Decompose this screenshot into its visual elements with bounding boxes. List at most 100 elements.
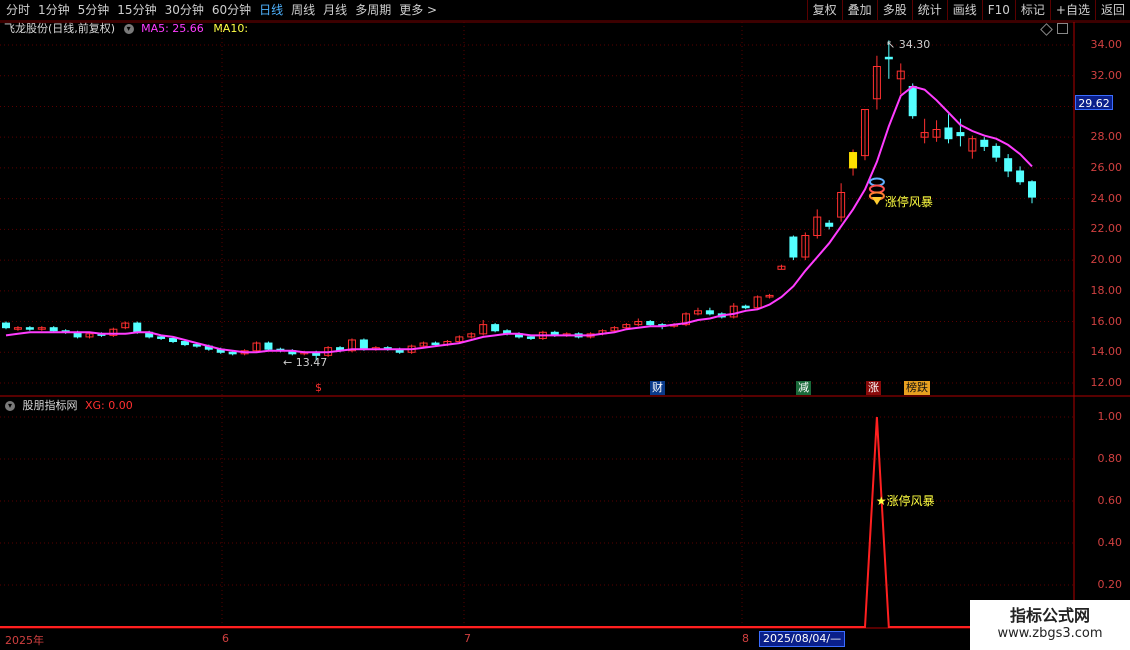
action-button-1[interactable]: 叠加 (841, 0, 877, 20)
event-marker-finance[interactable]: 财 (650, 381, 665, 395)
candle (73, 330, 82, 339)
candle-body (515, 333, 523, 338)
candle (204, 344, 213, 351)
date-tick-aug: 8 (742, 632, 749, 645)
price-tick-label: 14.00 (1090, 345, 1123, 359)
stock-title: 飞龙股份(日线,前复权) (4, 22, 116, 35)
candle (813, 209, 822, 239)
candle (383, 346, 392, 351)
action-button-7[interactable]: +自选 (1049, 0, 1095, 20)
candle (932, 120, 941, 142)
event-marker-ranking[interactable]: 榜跌 (904, 381, 930, 395)
period-tab-3[interactable]: 15分钟 (113, 0, 160, 20)
limit-up-ring-icon (868, 184, 885, 194)
candle-body (37, 327, 46, 330)
ma10-label: MA10: (213, 22, 249, 35)
candle-body (61, 330, 70, 333)
action-button-5[interactable]: F10 (981, 0, 1015, 20)
candle (407, 344, 416, 354)
high-price-value: 34.30 (898, 38, 931, 51)
candle-body (276, 348, 285, 352)
candle (956, 118, 965, 147)
chart-canvas[interactable] (0, 0, 1130, 650)
action-button-8[interactable]: 返回 (1094, 0, 1130, 20)
candle-body (932, 129, 941, 138)
candle-body (622, 324, 631, 329)
indicator-tick-label: 0.60 (1097, 494, 1123, 507)
maximize-icon[interactable] (1057, 23, 1068, 34)
candle-body (777, 265, 786, 270)
high-marker-icon: ↖ (886, 38, 896, 51)
period-tab-4[interactable]: 30分钟 (161, 0, 208, 20)
period-tab-1[interactable]: 1分钟 (34, 0, 74, 20)
price-tick-label: 22.00 (1090, 222, 1123, 236)
candle-body (431, 342, 440, 346)
period-tab-7[interactable]: 周线 (287, 0, 319, 20)
high-price-annotation: ↖ 34.30 (886, 38, 930, 51)
candle-body (252, 342, 261, 352)
price-tick-label: 26.00 (1090, 160, 1123, 174)
period-tab-10[interactable]: 更多 > (395, 0, 441, 20)
candle-body (192, 344, 201, 347)
period-tab-8[interactable]: 月线 (319, 0, 351, 20)
period-tab-0[interactable]: 分时 (2, 0, 34, 20)
settings-circle-icon[interactable]: ▾ (5, 401, 15, 411)
action-button-6[interactable]: 标记 (1014, 0, 1050, 20)
candle (192, 343, 201, 348)
candle (336, 346, 345, 353)
action-button-4[interactable]: 画线 (946, 0, 982, 20)
candle-body (204, 345, 213, 350)
limit-up-diamond-icon (871, 197, 882, 205)
candle-body (825, 222, 834, 227)
diamond-icon[interactable] (1040, 23, 1053, 36)
candle (586, 332, 595, 339)
candle (2, 321, 10, 330)
candle-body (717, 313, 726, 318)
settings-circle-icon[interactable]: ▾ (123, 24, 134, 34)
candle-body (359, 339, 368, 350)
watermark-title: 指标公式网 (1009, 606, 1090, 625)
candle (968, 135, 977, 159)
action-button-0[interactable]: 复权 (806, 0, 842, 20)
candle-body (85, 333, 94, 338)
period-tab-2[interactable]: 5分钟 (74, 0, 114, 20)
watermark-url: www.zbgs3.com (997, 626, 1103, 641)
candle-body (944, 127, 953, 140)
candle-body (133, 322, 142, 333)
candle-body (2, 322, 10, 329)
candle-body (479, 324, 488, 335)
period-tab-5[interactable]: 60分钟 (208, 0, 255, 20)
candle-body (646, 321, 655, 326)
candle (610, 326, 619, 333)
candle-body (121, 322, 130, 329)
candle-body (610, 327, 619, 332)
price-tick-label: 32.00 (1090, 68, 1123, 82)
period-tab-6[interactable]: 日线 (255, 0, 287, 20)
candle-body (705, 310, 714, 315)
candle-body (407, 345, 416, 353)
candle (49, 326, 58, 333)
period-tab-9[interactable]: 多周期 (351, 0, 395, 20)
candle-body (240, 350, 249, 355)
event-marker-reduce[interactable]: 减 (796, 381, 811, 395)
candle-body (264, 342, 273, 350)
candle (85, 332, 94, 339)
candle (347, 338, 356, 353)
action-button-3[interactable]: 统计 (911, 0, 947, 20)
candle (777, 264, 786, 270)
candle (216, 347, 225, 354)
candle-body (872, 66, 881, 100)
candle (753, 295, 762, 310)
candle-body (968, 138, 977, 152)
event-marker-limit-up[interactable]: 涨 (866, 381, 881, 395)
event-marker-dollar[interactable]: $ (313, 381, 324, 395)
candle (145, 330, 154, 339)
candle (264, 341, 273, 351)
candle (300, 350, 309, 356)
candle (25, 326, 34, 331)
candle-body (765, 294, 774, 298)
candle-body (670, 324, 679, 327)
action-button-2[interactable]: 多股 (876, 0, 912, 20)
xg-signal-line (0, 416, 1074, 628)
sub-chart-header: ▾ 股朋指标网 XG: 0.00 (0, 398, 133, 414)
